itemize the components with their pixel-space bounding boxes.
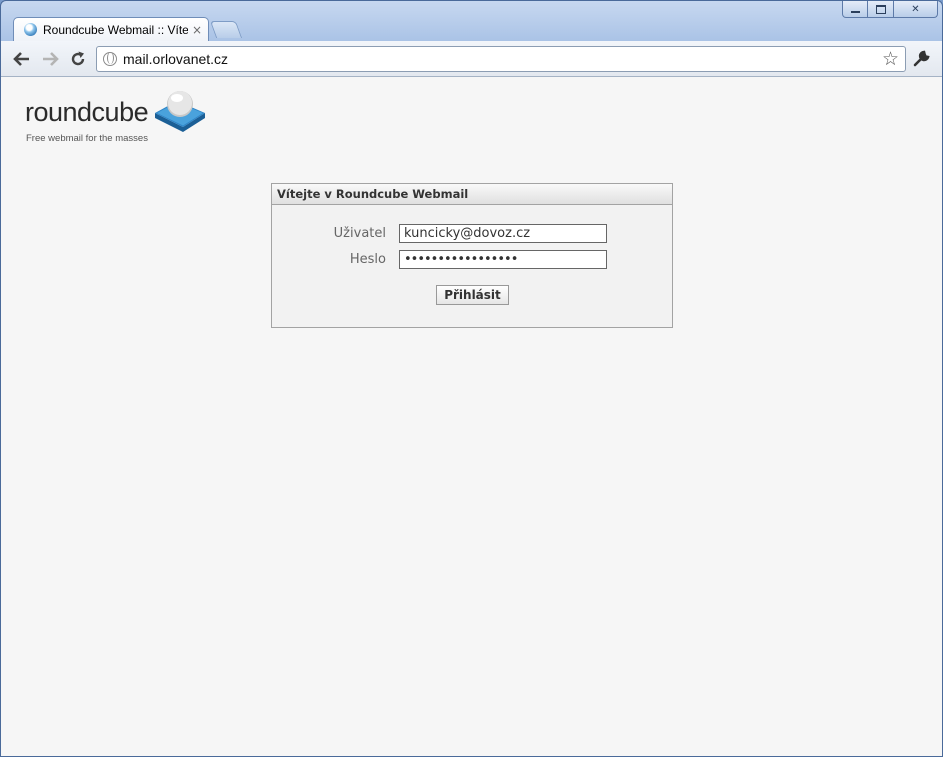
window-controls: ✕: [842, 1, 938, 20]
maximize-icon: [875, 4, 886, 14]
browser-window: ✕ Roundcube Webmail :: Vítejte × mail.or…: [0, 0, 943, 757]
password-input[interactable]: •••••••••••••••••: [399, 250, 607, 269]
login-title: Vítejte v Roundcube Webmail: [272, 184, 672, 205]
password-row: Heslo •••••••••••••••••: [272, 250, 672, 270]
logo-wordmark: roundcube: [25, 97, 149, 127]
username-label: Uživatel: [333, 226, 386, 241]
reload-button[interactable]: [68, 49, 88, 69]
bookmark-star-icon[interactable]: ☆: [882, 48, 899, 70]
roundcube-logo: roundcube Free webmail for the masses: [25, 87, 215, 147]
username-row: Uživatel kuncicky@dovoz.cz: [272, 224, 672, 244]
new-tab-button[interactable]: [209, 21, 243, 38]
close-icon: ✕: [911, 3, 920, 15]
password-label: Heslo: [349, 252, 386, 267]
address-bar[interactable]: mail.orlovanet.cz ☆: [96, 46, 906, 72]
forward-button[interactable]: [40, 49, 60, 69]
maximize-button[interactable]: [868, 1, 894, 18]
username-input[interactable]: kuncicky@dovoz.cz: [399, 224, 607, 243]
browser-tab[interactable]: Roundcube Webmail :: Vítejte ×: [13, 17, 209, 41]
logo-tagline: Free webmail for the masses: [26, 133, 148, 144]
login-box: Vítejte v Roundcube Webmail Uživatel kun…: [271, 183, 673, 328]
url-text[interactable]: mail.orlovanet.cz: [123, 51, 228, 67]
tab-title: Roundcube Webmail :: Vítejte: [43, 22, 188, 37]
close-window-button[interactable]: ✕: [894, 1, 938, 18]
roundcube-cube-icon: [155, 91, 205, 132]
forward-arrow-icon: [43, 52, 59, 66]
minimize-button[interactable]: [842, 1, 868, 18]
roundcube-favicon-icon: [24, 23, 37, 36]
minimize-icon: [850, 10, 860, 13]
globe-icon: [103, 52, 117, 66]
back-arrow-icon: [13, 52, 29, 66]
wrench-icon[interactable]: [912, 50, 932, 68]
reload-icon: [71, 51, 85, 66]
login-submit-button[interactable]: Přihlásit: [436, 285, 509, 305]
tab-close-icon[interactable]: ×: [192, 23, 202, 37]
back-button[interactable]: [12, 49, 32, 69]
browser-toolbar: mail.orlovanet.cz ☆: [1, 41, 942, 77]
page-content: roundcube Free webmail for the masses Ví…: [1, 77, 942, 756]
